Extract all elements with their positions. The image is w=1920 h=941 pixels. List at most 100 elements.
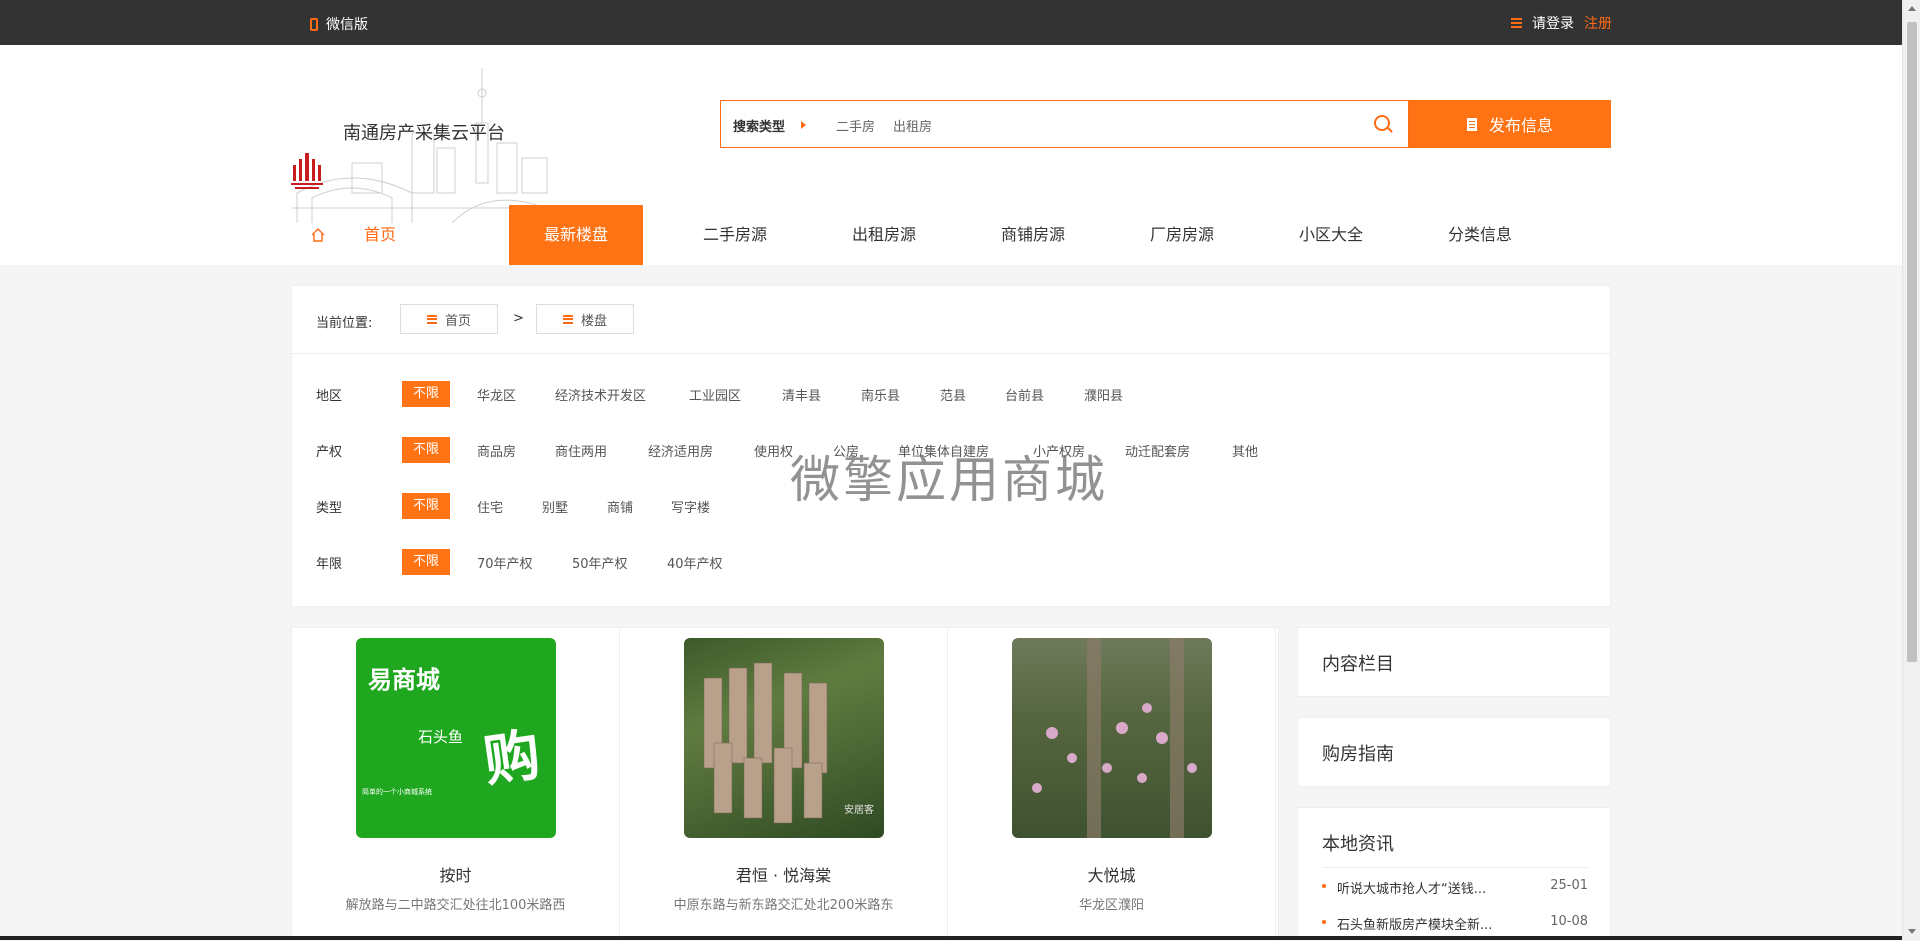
nav-rental[interactable]: 出租房源 <box>824 205 944 265</box>
nav-new-buildings[interactable]: 最新楼盘 <box>509 205 643 265</box>
filter-chip-selected[interactable]: 不限 <box>402 549 450 575</box>
site-header: 南通房产采集云平台 搜索类型 二手房 出租房 发布信息 首页 最新楼盘 二手房源… <box>0 45 1902 265</box>
content-columns-title[interactable]: 内容栏目 <box>1322 650 1394 676</box>
filter-chip[interactable]: 住宅 <box>477 497 503 516</box>
filter-label: 年限 <box>316 557 343 572</box>
local-news-title: 本地资讯 <box>1322 834 1394 855</box>
news-title[interactable]: 石头鱼新版房产模块全新... <box>1337 914 1492 933</box>
filter-chip[interactable]: 别墅 <box>542 497 568 516</box>
listing-name[interactable]: 君恒 · 悦海棠 <box>620 862 947 886</box>
watermark-text: 微擎应用商城 <box>790 451 1108 509</box>
filter-chip[interactable]: 50年产权 <box>572 553 628 572</box>
filter-chip[interactable]: 工业园区 <box>689 385 741 404</box>
scroll-up-icon[interactable] <box>1908 6 1916 11</box>
filter-label: 产权 <box>316 445 343 460</box>
filter-chip[interactable]: 70年产权 <box>477 553 533 572</box>
listing-card[interactable]: 大悦城 华龙区濮阳 <box>948 628 1276 941</box>
promo-char: 购 <box>480 723 545 795</box>
nav-factories[interactable]: 厂房房源 <box>1122 205 1242 265</box>
apartment-render-image: 安居客 <box>703 662 874 824</box>
horizontal-scrollbar[interactable] <box>0 936 1902 940</box>
vertical-scrollbar[interactable] <box>1902 0 1920 940</box>
promo-sub: 石头鱼 <box>418 728 463 746</box>
search-type-select[interactable]: 搜索类型 <box>733 116 785 135</box>
filter-chip[interactable]: 使用权 <box>754 441 793 460</box>
buying-guide-box: 购房指南 <box>1297 717 1611 787</box>
bullet-icon <box>1322 884 1326 888</box>
filter-chip[interactable]: 其他 <box>1232 441 1258 460</box>
filter-chip[interactable]: 范县 <box>940 385 966 404</box>
document-icon <box>1466 117 1477 131</box>
phone-icon <box>310 17 318 31</box>
listing-name[interactable]: 大悦城 <box>948 862 1275 886</box>
promo-tagline: 简单的一个小商城系统 <box>362 787 432 796</box>
news-date: 10-08 <box>1550 914 1588 929</box>
caret-right-icon <box>801 121 806 129</box>
filter-row-region: 地区 不限 华龙区 经济技术开发区 工业园区 清丰县 南乐县 范县 台前县 濮阳… <box>292 381 1610 407</box>
filter-chip[interactable]: 经济技术开发区 <box>555 385 646 404</box>
filter-label: 地区 <box>316 389 343 404</box>
home-icon[interactable] <box>310 227 326 243</box>
logo-icon <box>291 153 323 189</box>
nav-classifieds[interactable]: 分类信息 <box>1420 205 1540 265</box>
filter-label: 类型 <box>316 501 343 516</box>
listing-name[interactable]: 按时 <box>292 862 619 886</box>
image-watermark: 安居客 <box>844 803 874 816</box>
filter-chip[interactable]: 经济适用房 <box>648 441 713 460</box>
divider <box>1322 867 1588 868</box>
breadcrumb-label: 当前位置: <box>316 316 373 331</box>
search-icon[interactable] <box>1374 115 1390 131</box>
filter-chip[interactable]: 写字楼 <box>671 497 710 516</box>
listing-address: 华龙区濮阳 <box>1078 898 1144 913</box>
scroll-down-icon[interactable] <box>1908 929 1916 934</box>
news-title[interactable]: 听说大城市抢人才“送钱... <box>1337 878 1486 897</box>
breadcrumb-separator: > <box>513 311 524 326</box>
filter-chip[interactable]: 商铺 <box>607 497 633 516</box>
nav-home[interactable]: 首页 <box>335 205 425 265</box>
publish-button[interactable]: 发布信息 <box>1409 100 1611 148</box>
nav-secondhand[interactable]: 二手房源 <box>675 205 795 265</box>
filter-chip[interactable]: 动迁配套房 <box>1125 441 1190 460</box>
site-name: 南通房产采集云平台 <box>343 123 505 144</box>
local-news-box: 本地资讯 听说大城市抢人才“送钱... 25-01 石头鱼新版房产模块全新...… <box>1297 807 1611 940</box>
search-option-secondhand[interactable]: 二手房 <box>836 116 875 135</box>
filter-chip[interactable]: 清丰县 <box>782 385 821 404</box>
wechat-version-link[interactable]: 微信版 <box>310 14 368 34</box>
filter-chip[interactable]: 南乐县 <box>861 385 900 404</box>
nav-communities[interactable]: 小区大全 <box>1271 205 1391 265</box>
breadcrumb-buildings-label: 楼盘 <box>580 313 607 329</box>
filter-chip[interactable]: 濮阳县 <box>1084 385 1123 404</box>
search-option-rental[interactable]: 出租房 <box>893 116 932 135</box>
account-links: 请登录 注册 <box>1511 13 1612 33</box>
breadcrumb-home-label: 首页 <box>444 313 471 329</box>
filter-chip-selected[interactable]: 不限 <box>402 493 450 519</box>
filter-chip[interactable]: 台前县 <box>1005 385 1044 404</box>
breadcrumb: 当前位置: 首页 > 楼盘 <box>292 286 1610 354</box>
wechat-label: 微信版 <box>326 17 368 33</box>
breadcrumb-home[interactable]: 首页 <box>400 304 498 334</box>
news-date: 25-01 <box>1550 878 1588 893</box>
filter-chip-selected[interactable]: 不限 <box>402 437 450 463</box>
filter-chip[interactable]: 商住两用 <box>555 441 607 460</box>
shop-promo-image: 易商城 石头鱼 购 简单的一个小商城系统 <box>362 666 545 796</box>
listing-card[interactable]: 安居客 君恒 · 悦海棠 中原东路与新东路交汇处北200米路东 <box>620 628 948 941</box>
nav-shops[interactable]: 商铺房源 <box>973 205 1093 265</box>
listing-image[interactable]: 易商城 石头鱼 购 简单的一个小商城系统 <box>356 638 556 838</box>
filter-chip-selected[interactable]: 不限 <box>402 381 450 407</box>
listing-card[interactable]: 易商城 石头鱼 购 简单的一个小商城系统 按时 解放路与二中路交汇处往北100米… <box>292 628 620 941</box>
listing-image[interactable]: 安居客 <box>684 638 884 838</box>
top-bar: 微信版 请登录 注册 <box>0 0 1902 45</box>
filter-chip[interactable]: 华龙区 <box>477 385 516 404</box>
filter-chip[interactable]: 40年产权 <box>667 553 723 572</box>
buying-guide-title[interactable]: 购房指南 <box>1322 740 1394 766</box>
filter-row-term: 年限 不限 70年产权 50年产权 40年产权 <box>292 549 1610 575</box>
filter-chip[interactable]: 商品房 <box>477 441 516 460</box>
scrollbar-thumb[interactable] <box>1907 22 1917 662</box>
register-link[interactable]: 注册 <box>1584 13 1612 33</box>
menu-icon <box>562 314 573 324</box>
login-link[interactable]: 请登录 <box>1532 13 1574 33</box>
breadcrumb-buildings[interactable]: 楼盘 <box>536 304 634 334</box>
listing-image[interactable] <box>1012 638 1212 838</box>
listing-address: 中原东路与新东路交汇处北200米路东 <box>673 898 894 913</box>
content-columns-box: 内容栏目 <box>1297 627 1611 697</box>
